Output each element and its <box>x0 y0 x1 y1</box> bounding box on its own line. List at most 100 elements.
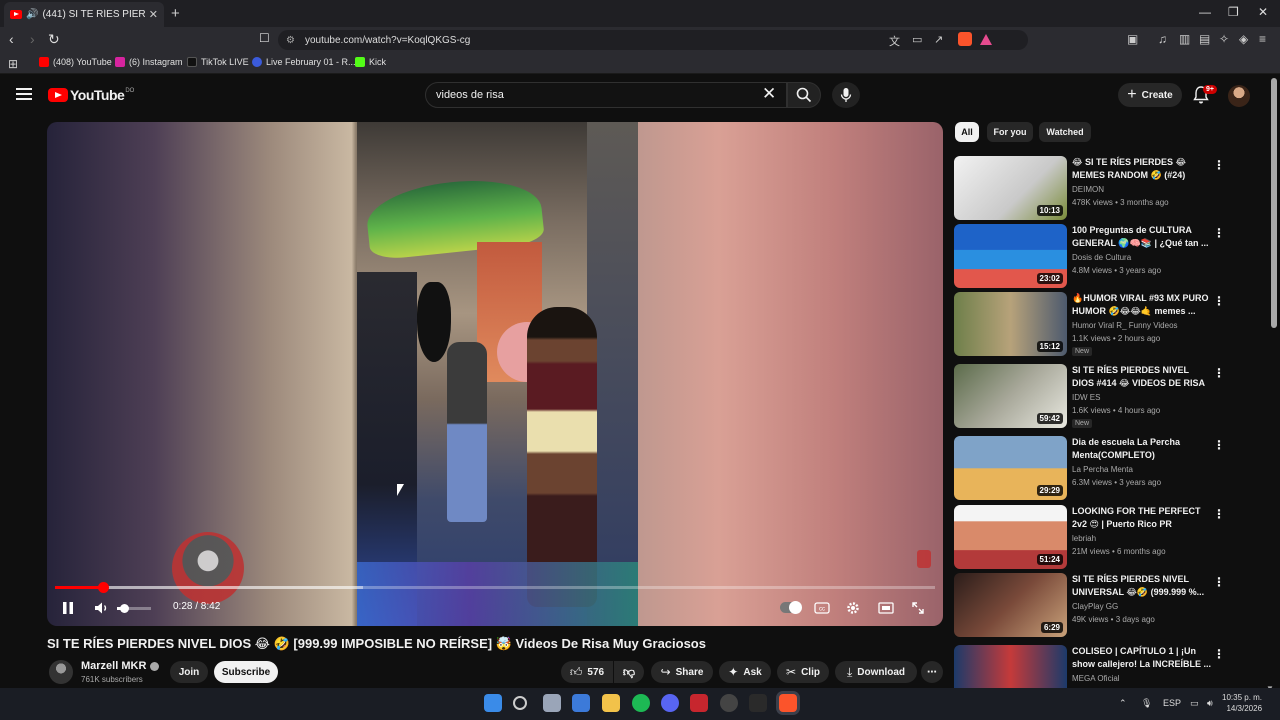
more-options-icon[interactable]: ⋮ <box>1213 507 1225 521</box>
progress-bar[interactable] <box>55 582 935 593</box>
clip-button[interactable]: ✂ Clip <box>777 661 829 683</box>
share-page-icon[interactable]: ↗ <box>934 33 943 46</box>
restore-button[interactable]: ❐ <box>1228 5 1239 19</box>
guide-menu-icon[interactable] <box>16 86 32 104</box>
new-tab-button[interactable]: + <box>171 5 180 22</box>
wallet-icon[interactable]: ▤ <box>1199 32 1210 46</box>
network-icon[interactable]: ▭ <box>1190 698 1199 709</box>
theater-mode-button[interactable] <box>878 600 894 616</box>
recommendation-item[interactable]: 59:42 SI TE RÍES PIERDES NIVEL DIOS #414 … <box>954 364 1254 428</box>
download-button[interactable]: ⤓ Download <box>835 661 917 683</box>
close-window-button[interactable]: ✕ <box>1258 5 1268 19</box>
reader-icon[interactable]: ▥ <box>1179 32 1190 46</box>
recommendation-thumbnail[interactable]: 59:42 <box>954 364 1067 428</box>
bookmark-tiktok[interactable]: TikTok LIVE <box>187 57 249 67</box>
recommendation-channel[interactable]: La Percha Menta <box>1072 465 1133 474</box>
recommendation-channel[interactable]: DEIMON <box>1072 185 1104 194</box>
voice-search-button[interactable] <box>832 82 860 108</box>
recommendation-item[interactable]: 6:29 SI TE RÍES PIERDES NIVEL UNIVERSAL 😂… <box>954 573 1254 637</box>
more-options-icon[interactable]: ⋮ <box>1213 438 1225 452</box>
recommendation-channel[interactable]: IDW ES <box>1072 393 1100 402</box>
sidebar-toggle-icon[interactable]: ▣ <box>1127 32 1138 46</box>
channel-avatar[interactable] <box>49 660 73 684</box>
tab-close-icon[interactable]: ✕ <box>149 8 158 21</box>
bookmark-instagram[interactable]: (6) Instagram <box>115 57 183 67</box>
recommendation-channel[interactable]: Humor Viral R_ Funny Videos <box>1072 321 1178 330</box>
speaker-icon[interactable]: 🔊 <box>26 9 38 20</box>
tray-volume-icon[interactable]: 🔊︎ <box>1207 698 1213 709</box>
start-menu-icon[interactable] <box>484 694 502 712</box>
bookmark-icon[interactable]: ☐ <box>259 31 270 45</box>
leo-ai-icon[interactable]: ✧ <box>1219 32 1229 46</box>
recommendation-title[interactable]: SI TE RÍES PIERDES NIVEL DIOS #414 😂 VID… <box>1072 364 1212 390</box>
task-view-icon[interactable] <box>543 694 561 712</box>
browser-tab-active[interactable]: 🔊 (441) SI TE RÍES PIERDES NIVEL ✕ <box>4 2 164 27</box>
recommendation-item[interactable]: 15:12 🔥HUMOR VIRAL #93 MX PURO HUMOR 🤣😂😂🤙… <box>954 292 1254 356</box>
more-actions-button[interactable]: ⋯ <box>921 661 943 683</box>
recommendation-title[interactable]: LOOKING FOR THE PERFECT 2v2 😍 | Puerto R… <box>1072 505 1212 531</box>
recommendation-thumbnail[interactable]: 10:13 <box>954 156 1067 220</box>
subscribe-button[interactable]: Subscribe <box>214 661 278 683</box>
recommendation-item[interactable]: 23:02 100 Preguntas de CULTURA GENERAL 🌍🧠… <box>954 224 1254 288</box>
brave-rewards-icon[interactable] <box>980 34 992 45</box>
minimize-button[interactable]: — <box>1199 5 1211 19</box>
tray-mic-icon[interactable]: 🎙︎ <box>1141 698 1152 709</box>
clear-search-icon[interactable]: ✕ <box>762 84 776 104</box>
taskbar-clock[interactable]: 10:35 p. m. 14/3/2026 <box>1222 692 1262 714</box>
media-icon[interactable]: ♫ <box>1158 32 1167 46</box>
video-player[interactable]: 0:28 / 8:42 cc <box>47 122 943 626</box>
more-options-icon[interactable]: ⋮ <box>1213 647 1225 661</box>
fullscreen-button[interactable] <box>911 600 925 616</box>
browser-menu-icon[interactable]: ≡ <box>1259 32 1266 46</box>
recommendation-thumbnail[interactable]: 15:12 <box>954 292 1067 356</box>
recommendation-title[interactable]: Dia de escuela La Percha Menta(COMPLETO) <box>1072 436 1212 462</box>
recommendation-title[interactable]: 100 Preguntas de CULTURA GENERAL 🌍🧠📚 | ¿… <box>1072 224 1212 250</box>
recommendation-title[interactable]: 🔥HUMOR VIRAL #93 MX PURO HUMOR 🤣😂😂🤙 meme… <box>1072 292 1212 318</box>
bookmark-youtube[interactable]: (408) YouTube <box>39 57 112 67</box>
language-indicator[interactable]: ESP <box>1163 698 1181 708</box>
more-options-icon[interactable]: ⋮ <box>1213 158 1225 172</box>
channel-watermark[interactable] <box>172 532 244 604</box>
recommendation-thumbnail[interactable]: 29:29 <box>954 436 1067 500</box>
taskbar-search-icon[interactable] <box>513 696 527 710</box>
channel-name[interactable]: Marzell MKR <box>81 660 160 672</box>
subtitles-button[interactable]: cc <box>814 600 830 616</box>
recommendation-channel[interactable]: lebriah <box>1072 534 1096 543</box>
mute-button[interactable] <box>94 600 110 616</box>
recommendation-title[interactable]: SI TE RÍES PIERDES NIVEL UNIVERSAL 😂🤣 (9… <box>1072 573 1212 599</box>
more-options-icon[interactable]: ⋮ <box>1213 366 1225 380</box>
chip-for-you[interactable]: For you <box>987 122 1033 142</box>
spotify-icon[interactable] <box>632 694 650 712</box>
join-button[interactable]: Join <box>170 661 208 683</box>
site-info-icon[interactable]: ⚙ <box>286 35 295 46</box>
bookmark-kick[interactable]: Kick <box>355 57 386 67</box>
branding-watermark-icon[interactable] <box>917 550 931 568</box>
back-button[interactable]: ‹ <box>9 31 14 47</box>
reload-button[interactable]: ↻ <box>48 31 60 48</box>
steam-icon[interactable] <box>720 694 738 712</box>
more-options-icon[interactable]: ⋮ <box>1213 294 1225 308</box>
dislike-button[interactable]: 👎︎ <box>614 661 644 683</box>
scrubber-handle[interactable] <box>98 582 110 593</box>
autoplay-toggle[interactable] <box>780 601 802 614</box>
ask-button[interactable]: ✦ Ask <box>719 661 771 683</box>
search-button[interactable] <box>787 82 821 108</box>
recommendation-thumbnail[interactable]: 6:29 <box>954 573 1067 637</box>
more-options-icon[interactable]: ⋮ <box>1213 226 1225 240</box>
brave-taskbar-icon[interactable] <box>779 694 797 712</box>
forward-button[interactable]: › <box>30 31 35 47</box>
search-input[interactable]: videos de risa <box>425 82 787 108</box>
account-avatar[interactable] <box>1228 85 1250 107</box>
share-button[interactable]: ↪ Share <box>651 661 713 683</box>
recommendation-item[interactable]: 10:13 😂 SI TE RÍES PIERDES 😂 MEMES RANDOM… <box>954 156 1254 220</box>
epic-games-icon[interactable] <box>749 694 767 712</box>
cast-icon[interactable]: ▭ <box>912 33 922 46</box>
create-button[interactable]: + Create <box>1118 83 1182 107</box>
brave-shields-icon[interactable] <box>958 32 972 46</box>
like-button[interactable]: 👍︎ 576 <box>561 661 613 683</box>
page-scrollbar[interactable] <box>1271 78 1277 328</box>
recommendation-title[interactable]: COLISEO | CAPÍTULO 1 | ¡Un show callejer… <box>1072 645 1212 671</box>
recommendation-item[interactable]: 51:24 LOOKING FOR THE PERFECT 2v2 😍 | Pue… <box>954 505 1254 569</box>
youtube-logo[interactable]: YouTube DO <box>48 87 134 103</box>
bookmark-live[interactable]: Live February 01 - R... <box>252 57 356 67</box>
